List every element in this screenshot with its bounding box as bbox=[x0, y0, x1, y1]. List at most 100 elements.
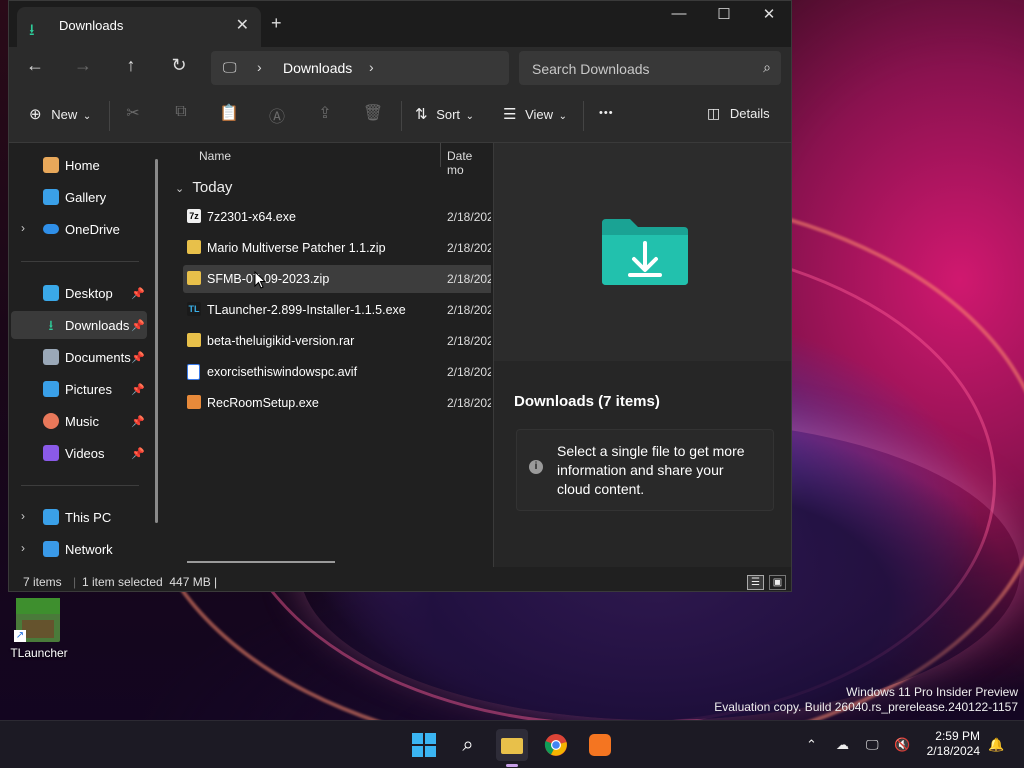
sidebar-item-onedrive[interactable]: › OneDrive bbox=[11, 215, 147, 243]
sidebar-item-downloads[interactable]: ⭳ Downloads 📌 bbox=[11, 311, 147, 339]
file-row[interactable]: 7z 7z2301-x64.exe 2/18/2024 bbox=[183, 203, 491, 231]
chevron-down-icon: ⌄ bbox=[465, 111, 475, 122]
search-icon[interactable]: ⌕ bbox=[763, 59, 771, 76]
sidebar-item-desktop[interactable]: Desktop 📌 bbox=[11, 279, 147, 307]
file-list-scrollbar[interactable] bbox=[187, 561, 335, 563]
details-view-icon[interactable]: ☰ bbox=[747, 575, 764, 590]
sidebar-item-pictures[interactable]: Pictures 📌 bbox=[11, 375, 147, 403]
up-icon[interactable]: ↑ bbox=[117, 55, 145, 81]
search-icon[interactable]: ⌕ bbox=[452, 729, 484, 761]
copy-icon[interactable]: ⧉ bbox=[169, 103, 193, 121]
pin-icon[interactable]: 📌 bbox=[131, 383, 145, 396]
new-button[interactable]: ⊕ New ⌄ bbox=[29, 105, 91, 123]
zip-folder-icon bbox=[187, 271, 201, 285]
sort-button[interactable]: ⇅ Sort ⌄ bbox=[415, 105, 474, 123]
address-bar[interactable]: 🖵 › Downloads › bbox=[211, 51, 509, 85]
view-button[interactable]: ☰ View ⌄ bbox=[503, 105, 567, 123]
show-hidden-icons-chevron-icon[interactable]: ⌃ bbox=[806, 737, 817, 753]
sidebar-divider bbox=[21, 261, 139, 262]
sidebar-item-this-pc[interactable]: › This PC bbox=[11, 503, 147, 531]
desktop-icon bbox=[43, 285, 59, 301]
pin-icon[interactable]: 📌 bbox=[131, 287, 145, 300]
toolbar-separator bbox=[401, 101, 402, 131]
tab-downloads[interactable]: ⭳ Downloads ✕ bbox=[17, 7, 261, 47]
pin-icon[interactable]: 📌 bbox=[131, 447, 145, 460]
sidebar-item-label: This PC bbox=[65, 510, 112, 525]
sidebar-scrollbar[interactable] bbox=[155, 159, 158, 523]
sidebar-item-music[interactable]: Music 📌 bbox=[11, 407, 147, 435]
details-title: Downloads (7 items) bbox=[514, 393, 660, 410]
installer-icon bbox=[187, 395, 201, 409]
refresh-icon[interactable]: ↻ bbox=[165, 55, 193, 81]
file-row[interactable]: exorcisethiswindowspc.avif 2/18/2024 bbox=[183, 358, 491, 386]
chevron-right-icon[interactable]: › bbox=[21, 541, 25, 555]
cut-icon[interactable]: ✂ bbox=[121, 103, 145, 123]
notification-bell-icon[interactable]: 🔔 bbox=[988, 737, 1004, 753]
chevron-right-icon[interactable]: › bbox=[21, 509, 25, 523]
volume-muted-icon[interactable]: 🔇 bbox=[894, 737, 910, 753]
7z-icon: 7z bbox=[187, 209, 201, 223]
sidebar-item-documents[interactable]: Documents 📌 bbox=[11, 343, 147, 371]
downloads-icon: ⭳ bbox=[48, 317, 54, 333]
sidebar-item-videos[interactable]: Videos 📌 bbox=[11, 439, 147, 467]
search-input[interactable] bbox=[519, 51, 754, 87]
close-tab-icon[interactable]: ✕ bbox=[236, 15, 249, 35]
file-explorer-window: ⭳ Downloads ✕ + — ☐ ✕ ← → ↑ ↻ 🖵 › Downlo… bbox=[8, 0, 792, 592]
start-button[interactable] bbox=[408, 729, 440, 761]
file-row[interactable]: TL TLauncher-2.899-Installer-1.1.5.exe 2… bbox=[183, 296, 491, 324]
file-row[interactable]: beta-theluigikid-version.rar 2/18/2024 bbox=[183, 327, 491, 355]
chevron-right-icon[interactable]: › bbox=[369, 59, 374, 75]
onedrive-tray-icon[interactable]: ☁ bbox=[836, 737, 849, 753]
sidebar-item-label: Music bbox=[65, 414, 99, 429]
sidebar-item-gallery[interactable]: Gallery bbox=[11, 183, 147, 211]
paste-icon[interactable]: 📋 bbox=[217, 103, 241, 123]
sort-label: Sort bbox=[436, 107, 461, 122]
new-tab-button[interactable]: + bbox=[271, 13, 282, 34]
download-icon: ⭳ bbox=[29, 22, 35, 39]
sidebar-item-label: Documents bbox=[65, 350, 131, 365]
rename-icon[interactable]: Ⓐ bbox=[265, 103, 289, 127]
tiles-view-icon[interactable]: ▣ bbox=[769, 575, 786, 590]
delete-icon[interactable]: 🗑 bbox=[361, 103, 385, 123]
downloads-folder-icon bbox=[602, 219, 688, 285]
maximize-button[interactable]: ☐ bbox=[704, 5, 744, 23]
file-row[interactable]: Mario Multiverse Patcher 1.1.zip 2/18/20… bbox=[183, 234, 491, 262]
sidebar-item-network[interactable]: › Network bbox=[11, 535, 147, 563]
sidebar-item-label: Gallery bbox=[65, 190, 107, 205]
crunchyroll-taskbar-icon[interactable] bbox=[584, 729, 616, 761]
clock[interactable]: 2:59 PM 2/18/2024 bbox=[927, 729, 980, 759]
back-icon[interactable]: ← bbox=[21, 55, 49, 81]
more-options-button[interactable]: ••• bbox=[599, 107, 614, 119]
minimize-button[interactable]: — bbox=[659, 5, 699, 22]
toolbar-separator bbox=[109, 101, 110, 131]
file-row[interactable]: RecRoomSetup.exe 2/18/2024 bbox=[183, 389, 491, 417]
pin-icon[interactable]: 📌 bbox=[131, 319, 145, 332]
group-header-today[interactable]: ⌄ Today bbox=[175, 179, 232, 196]
pin-icon[interactable]: 📌 bbox=[131, 351, 145, 364]
file-row-selected[interactable]: SFMB-07-09-2023.zip 2/18/2024 bbox=[183, 265, 491, 293]
chevron-right-icon[interactable]: › bbox=[21, 221, 25, 235]
chevron-right-icon[interactable]: › bbox=[257, 59, 262, 75]
close-button[interactable]: ✕ bbox=[749, 5, 789, 23]
forward-icon[interactable]: → bbox=[69, 55, 97, 81]
details-button[interactable]: ◫ Details bbox=[707, 105, 770, 122]
file-name: SFMB-07-09-2023.zip bbox=[207, 272, 330, 286]
sidebar-item-home[interactable]: Home bbox=[11, 151, 147, 179]
item-count: 7 items bbox=[23, 575, 62, 589]
column-header-name[interactable]: Name bbox=[199, 149, 231, 163]
windows-watermark: Windows 11 Pro Insider Preview Evaluatio… bbox=[714, 685, 1018, 715]
breadcrumb-downloads[interactable]: Downloads bbox=[283, 60, 352, 76]
chrome-taskbar-icon[interactable] bbox=[540, 729, 572, 761]
network-tray-icon[interactable]: 🖵 bbox=[866, 737, 879, 753]
details-pane: Downloads (7 items) i Select a single fi… bbox=[493, 143, 791, 567]
file-date: 2/18/2024 bbox=[447, 396, 491, 410]
chevron-down-icon: ⌄ bbox=[558, 111, 568, 122]
monitor-icon[interactable]: 🖵 bbox=[223, 59, 237, 76]
column-header-date[interactable]: Date mo bbox=[447, 149, 491, 177]
windows-logo-icon bbox=[412, 733, 436, 757]
column-divider[interactable] bbox=[440, 143, 441, 167]
pin-icon[interactable]: 📌 bbox=[131, 415, 145, 428]
file-explorer-taskbar-icon[interactable] bbox=[496, 729, 528, 767]
share-icon[interactable]: ⇪ bbox=[313, 103, 337, 123]
search-box[interactable]: ⌕ bbox=[519, 51, 781, 87]
